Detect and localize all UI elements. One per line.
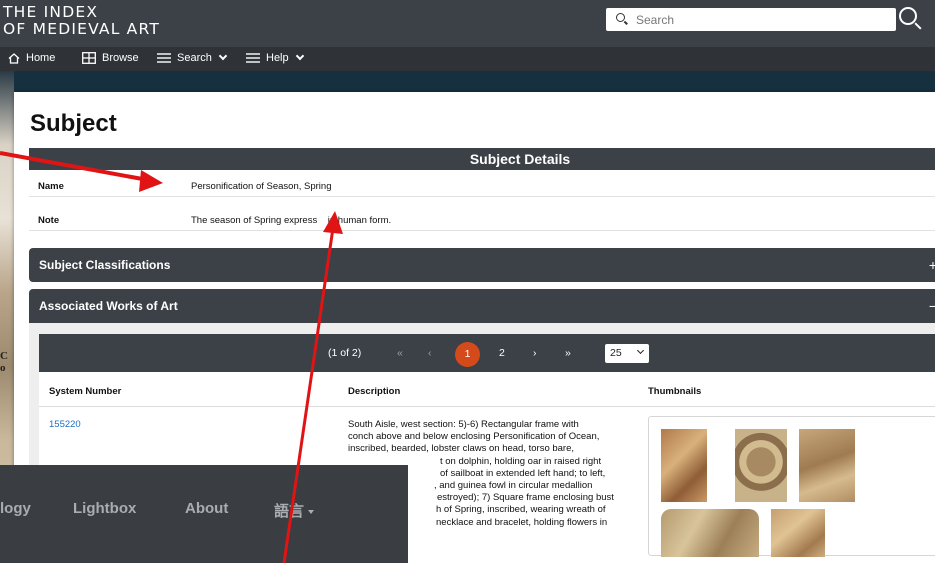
page-title: Subject: [30, 110, 117, 137]
description-line: inscribed, bearded, lobster claws on hea…: [348, 443, 575, 455]
nav-search[interactable]: Search: [157, 51, 228, 64]
page-1-button[interactable]: 1: [455, 342, 480, 367]
nav-help-label: Help: [266, 52, 289, 64]
background-letter-o: o: [0, 362, 6, 374]
logo-line-1: THE INDEX: [3, 3, 99, 21]
thumbnail-image[interactable]: [799, 429, 855, 502]
overlay-window: logy Lightbox About 語言: [0, 465, 408, 563]
nav-search-label: Search: [177, 52, 212, 64]
logo-line-2: OF MEDIEVAL ART: [3, 20, 161, 38]
chevron-down-icon: [295, 51, 304, 61]
expand-icon: +: [928, 257, 935, 273]
note-label: Note: [38, 215, 60, 226]
menu-icon: [157, 53, 171, 63]
system-number-link[interactable]: 155220: [49, 419, 81, 430]
chevron-down-icon: [636, 346, 645, 355]
subject-details-heading: Subject Details: [29, 148, 935, 170]
thumbnail-image[interactable]: [771, 509, 825, 557]
menu-icon: [246, 53, 260, 63]
name-label: Name: [38, 181, 64, 192]
thumbnail-image[interactable]: [661, 429, 707, 502]
overlay-nav-about[interactable]: About: [185, 500, 228, 517]
thumbnail-image[interactable]: [661, 509, 759, 557]
collapse-icon: −: [928, 298, 935, 314]
page-summary: (1 of 2): [328, 347, 362, 359]
main-nav: Home Browse Search Help: [0, 47, 935, 71]
overlay-nav-methodology[interactable]: logy: [0, 500, 31, 517]
subject-classifications-toggle[interactable]: Subject Classifications +: [29, 248, 935, 282]
background-letter-c: C: [0, 350, 8, 362]
thumbnail-image[interactable]: [735, 429, 787, 502]
paginator: (1 of 2) « ‹ 1 2 › » 25: [39, 334, 935, 372]
description-line: conch above and below enclosing Personif…: [348, 431, 600, 443]
classifications-label: Subject Classifications: [39, 258, 171, 272]
search-icon: [616, 13, 625, 22]
associated-works-toggle[interactable]: Associated Works of Art −: [29, 289, 935, 323]
search-box: [606, 8, 896, 31]
search-icon: [899, 7, 917, 25]
search-input[interactable]: [636, 8, 886, 31]
grid-icon: [82, 52, 96, 64]
row-divider: [39, 406, 935, 407]
description-line: South Aisle, west section: 5)-6) Rectang…: [348, 419, 579, 430]
detail-row-note: Note The season of Spring express in hum…: [29, 209, 935, 231]
nav-browse-label: Browse: [102, 52, 139, 64]
site-logo[interactable]: THE INDEX OF MEDIEVAL ART: [3, 4, 160, 38]
site-header: THE INDEX OF MEDIEVAL ART: [0, 0, 935, 47]
nav-home[interactable]: Home: [8, 52, 55, 64]
language-label: 語言: [274, 503, 305, 520]
first-page-button[interactable]: «: [397, 334, 403, 372]
rows-per-page-value: 25: [610, 347, 622, 359]
caret-down-icon: [308, 510, 315, 515]
search-button[interactable]: [897, 5, 923, 33]
nav-home-label: Home: [26, 52, 56, 64]
rows-per-page-select[interactable]: 25: [605, 344, 649, 363]
background-text: C o: [0, 350, 8, 374]
note-value: The season of Spring express in human fo…: [191, 215, 392, 226]
next-page-button[interactable]: ›: [533, 334, 537, 372]
col-header-system-number[interactable]: System Number: [49, 386, 121, 397]
col-header-thumbnails: Thumbnails: [648, 386, 702, 397]
detail-row-name: Name Personification of Season, Spring: [29, 175, 935, 197]
last-page-button[interactable]: »: [565, 334, 571, 372]
nav-browse[interactable]: Browse: [82, 52, 139, 64]
prev-page-button[interactable]: ‹: [428, 334, 432, 372]
overlay-nav-language[interactable]: 語言: [274, 500, 315, 521]
nav-help[interactable]: Help: [246, 51, 304, 64]
chevron-down-icon: [218, 51, 228, 61]
name-value: Personification of Season, Spring: [191, 181, 332, 192]
home-icon: [8, 52, 20, 64]
page-2-button[interactable]: 2: [499, 334, 505, 372]
thumbnails-cell: [648, 416, 935, 557]
col-header-description[interactable]: Description: [348, 386, 400, 397]
works-label: Associated Works of Art: [39, 299, 178, 313]
overlay-nav-lightbox[interactable]: Lightbox: [73, 500, 136, 517]
